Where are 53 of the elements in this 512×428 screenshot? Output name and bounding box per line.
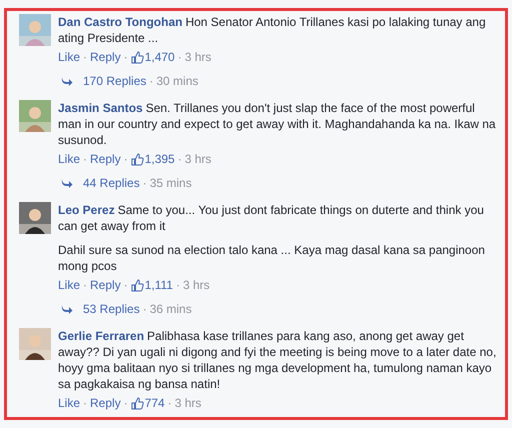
- replies-time: 30 mins: [156, 73, 198, 89]
- replies-link[interactable]: 53 Replies: [83, 301, 140, 317]
- like-link[interactable]: Like: [58, 395, 80, 411]
- comment-time: 3 hrs: [174, 395, 202, 411]
- like-link[interactable]: Like: [58, 151, 80, 167]
- reply-link[interactable]: Reply: [90, 49, 121, 65]
- separator-dot: ·: [124, 151, 128, 167]
- comment-text: Jasmin Santos Sen. Trillanes you don't just slap the face of the most powerful man in our country and expect to get away with it. Maghandahanda ka na. Ikaw na susunod.: [58, 100, 497, 148]
- replies-link[interactable]: 44 Replies: [83, 175, 140, 191]
- comment-time: 3 hrs: [184, 49, 212, 65]
- like-count: 1,111: [144, 277, 173, 293]
- like-link[interactable]: Like: [58, 277, 80, 293]
- reply-arrow-icon: [61, 304, 73, 314]
- separator-dot: ·: [83, 277, 88, 293]
- separator-dot: ·: [124, 395, 128, 411]
- comment-time: 3 hrs: [182, 277, 210, 293]
- replies-time: 36 mins: [150, 301, 192, 317]
- thumbs-up-icon: [130, 50, 144, 64]
- separator-dot: ·: [142, 301, 147, 317]
- thumbs-up-icon: [130, 278, 144, 292]
- like-count: 1,395: [144, 151, 175, 167]
- comment-time: 3 hrs: [184, 151, 212, 167]
- separator-dot: ·: [178, 151, 182, 167]
- thumbs-up-icon: [130, 152, 144, 166]
- separator-dot: ·: [142, 175, 147, 191]
- separator-dot: ·: [124, 277, 128, 293]
- reply-link[interactable]: Reply: [90, 395, 121, 411]
- like-count: 774: [144, 395, 165, 411]
- replies-time: 35 mins: [150, 175, 192, 191]
- author-link[interactable]: Dan Castro Tongohan: [58, 15, 182, 29]
- reply-link[interactable]: Reply: [90, 151, 121, 167]
- author-link[interactable]: Leo Perez: [58, 203, 115, 217]
- reply-arrow-icon: [61, 76, 73, 86]
- separator-dot: ·: [83, 151, 88, 167]
- separator-dot: ·: [149, 73, 154, 89]
- replies-link[interactable]: 170 Replies: [83, 73, 146, 89]
- comment-text: Dahil sure sa sunod na election talo kana ... Kaya mag dasal kana sa panginoon mong pcos: [58, 242, 486, 274]
- author-link[interactable]: Jasmin Santos: [58, 101, 143, 115]
- separator-dot: ·: [83, 395, 88, 411]
- like-link[interactable]: Like: [58, 49, 80, 65]
- author-link[interactable]: Gerlie Ferraren: [58, 329, 144, 343]
- comment-text: Dan Castro Tongohan Hon Senator Antonio Trillanes kasi po lalaking tunay ang ating Presidente ...: [58, 14, 487, 46]
- separator-dot: ·: [83, 49, 88, 65]
- reply-arrow-icon: [61, 178, 73, 188]
- separator-dot: ·: [176, 277, 180, 293]
- separator-dot: ·: [168, 395, 172, 411]
- separator-dot: ·: [124, 49, 128, 65]
- thumbs-up-icon: [130, 396, 144, 410]
- comment-text: Gerlie Ferraren Palibhasa kase trillanes para kang aso, anong get away get away?? Di yan ugali ni digong and fyi the meeting is being move to a later date no, hoyy gma balitaan nyo si trillanes ng mga development ha, tumulong naman kayo sa pagkakaisa ng bansa natin!: [58, 328, 497, 392]
- separator-dot: ·: [178, 49, 182, 65]
- reply-link[interactable]: Reply: [90, 277, 121, 293]
- comment-text: Leo Perez Same to you... You just dont fabricate things on duterte and think you can get away from it: [58, 202, 485, 234]
- like-count: 1,470: [144, 49, 175, 65]
